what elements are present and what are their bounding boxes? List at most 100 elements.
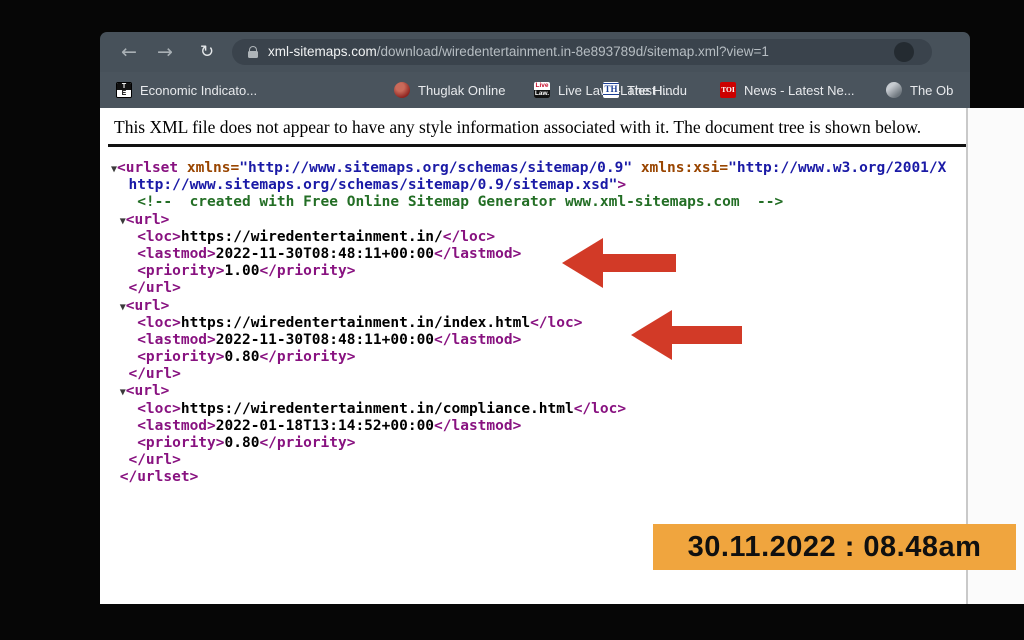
timestamp-badge: 30.11.2022 : 08.48am	[653, 524, 1016, 570]
xml-token-tag: <priority>	[137, 349, 224, 365]
xml-token-plain	[111, 349, 137, 365]
arrow-head	[631, 310, 672, 360]
xml-token-tag: <urlset	[117, 160, 178, 176]
xml-line: <priority>0.80</priority>	[111, 349, 966, 366]
xml-token-tag: </priority>	[259, 263, 355, 279]
xml-token-plain	[111, 366, 128, 382]
xml-token-text: 0.80	[225, 435, 260, 451]
xml-token-tag: </url>	[128, 452, 180, 468]
lock-icon[interactable]	[248, 46, 258, 58]
xml-token-plain	[111, 435, 137, 451]
back-icon: ←	[121, 41, 137, 63]
forward-button[interactable]: →	[152, 39, 178, 65]
forward-icon: →	[157, 41, 173, 63]
bookmark-the-observer[interactable]: The Ob	[886, 72, 953, 108]
arrow-shaft	[602, 254, 676, 272]
xml-line: </url>	[111, 280, 966, 297]
profile-avatar[interactable]	[894, 42, 914, 62]
xml-token-tag: </priority>	[259, 349, 355, 365]
xml-token-text: https://wiredentertainment.in/	[181, 229, 443, 245]
xml-token-plain	[111, 212, 120, 228]
xml-token-plain	[111, 315, 137, 331]
xml-line: <loc>https://wiredentertainment.in/compl…	[111, 401, 966, 418]
xml-token-text: 0.80	[225, 349, 260, 365]
observer-favicon	[886, 82, 902, 98]
xml-line: ▼<url>	[111, 212, 966, 229]
url-text[interactable]: xml-sitemaps.com/download/wiredentertain…	[268, 39, 918, 65]
xml-token-text: 2022-11-30T08:48:11+00:00	[216, 246, 434, 262]
bookmark-thuglak-online[interactable]: Thuglak Online	[394, 72, 505, 108]
xml-token-text: 1.00	[225, 263, 260, 279]
xml-token-tag: </priority>	[259, 435, 355, 451]
xml-token-plain	[111, 401, 137, 417]
xml-token-comment: <!-- created with Free Online Sitemap Ge…	[137, 194, 783, 210]
xml-line: <priority>1.00</priority>	[111, 263, 966, 280]
xml-token-tag: </lastmod>	[434, 332, 521, 348]
browser-window-chrome: ← → ↻ xml-sitemaps.com/download/wiredent…	[100, 32, 970, 108]
xml-token-tag: </urlset>	[120, 469, 199, 485]
xml-token-attr: xmlns=	[178, 160, 239, 176]
xml-token-tag: <loc>	[137, 315, 181, 331]
screenshot-canvas: ← → ↻ xml-sitemaps.com/download/wiredent…	[0, 0, 1024, 640]
bookmark-label: News - Latest Ne...	[744, 83, 855, 98]
xml-line: <loc>https://wiredentertainment.in/index…	[111, 315, 966, 332]
url-path: /download/wiredentertainment.in-8e893789…	[377, 44, 769, 59]
xml-line: <lastmod>2022-11-30T08:48:11+00:00</last…	[111, 246, 966, 263]
bookmarks-bar: TE Economic Indicato... Thuglak Online L…	[100, 72, 970, 108]
red-arrow-annotation-loc	[631, 310, 745, 360]
back-button[interactable]: ←	[116, 39, 142, 65]
bookmark-label: Economic Indicato...	[140, 83, 257, 98]
bookmark-economic-indicators[interactable]: TE Economic Indicato...	[116, 72, 257, 108]
url-domain: xml-sitemaps.com	[268, 44, 377, 59]
xml-token-plain	[111, 298, 120, 314]
xml-token-tag: <priority>	[137, 263, 224, 279]
notice-divider	[108, 144, 966, 147]
xml-token-plain	[111, 383, 120, 399]
bookmark-label: The Ob	[910, 83, 953, 98]
xml-token-tag: <lastmod>	[137, 418, 216, 434]
xml-token-plain	[111, 194, 137, 210]
reload-icon: ↻	[200, 42, 214, 62]
reload-button[interactable]: ↻	[194, 39, 220, 65]
xml-token-attr: xmlns:xsi=	[632, 160, 728, 176]
xml-line: ▼<urlset xmlns="http://www.sitemaps.org/…	[111, 160, 966, 177]
bookmark-label: Thuglak Online	[418, 83, 505, 98]
xml-token-plain	[111, 418, 137, 434]
xml-token-plain	[111, 246, 137, 262]
xml-token-tag: <url>	[126, 298, 170, 314]
bookmark-toi-news[interactable]: TOI News - Latest Ne...	[720, 72, 855, 108]
bookmark-label: The Hindu	[627, 83, 687, 98]
arrow-shaft	[671, 326, 742, 344]
xml-token-tag: </lastmod>	[434, 418, 521, 434]
address-bar[interactable]: xml-sitemaps.com/download/wiredentertain…	[232, 39, 932, 65]
xml-token-tag: </loc>	[530, 315, 582, 331]
toi-favicon: TOI	[720, 82, 736, 98]
xml-token-tag: <url>	[126, 383, 170, 399]
xml-token-val: "http://www.sitemaps.org/schemas/sitemap…	[239, 160, 632, 176]
xml-token-tag: <lastmod>	[137, 246, 216, 262]
livelaw-favicon: LiveLaw.	[534, 82, 550, 98]
browser-toolbar: ← → ↻ xml-sitemaps.com/download/wiredent…	[100, 32, 970, 72]
xml-token-tag: </loc>	[443, 229, 495, 245]
xml-line: <lastmod>2022-11-30T08:48:11+00:00</last…	[111, 332, 966, 349]
xml-line: </url>	[111, 452, 966, 469]
xml-token-plain	[111, 452, 128, 468]
xml-line: http://www.sitemaps.org/schemas/sitemap/…	[111, 177, 966, 194]
xml-line: <loc>https://wiredentertainment.in/</loc…	[111, 229, 966, 246]
xml-token-plain	[111, 263, 137, 279]
xml-token-tag: >	[617, 177, 626, 193]
bookmark-the-hindu[interactable]: TH The Hindu	[603, 72, 687, 108]
xml-line: <!-- created with Free Online Sitemap Ge…	[111, 194, 966, 211]
xml-token-val: "http://www.w3.org/2001/X	[728, 160, 946, 176]
xml-token-plain	[111, 177, 128, 193]
xml-token-text: 2022-01-18T13:14:52+00:00	[216, 418, 434, 434]
xml-token-tag: </url>	[128, 366, 180, 382]
xml-token-tag: <loc>	[137, 401, 181, 417]
trading-economics-favicon: TE	[116, 82, 132, 98]
xml-line: <priority>0.80</priority>	[111, 435, 966, 452]
xml-line: </url>	[111, 366, 966, 383]
xml-token-tag: </url>	[128, 280, 180, 296]
xml-token-tag: <loc>	[137, 229, 181, 245]
xml-line: </urlset>	[111, 469, 966, 486]
xml-token-plain	[111, 229, 137, 245]
